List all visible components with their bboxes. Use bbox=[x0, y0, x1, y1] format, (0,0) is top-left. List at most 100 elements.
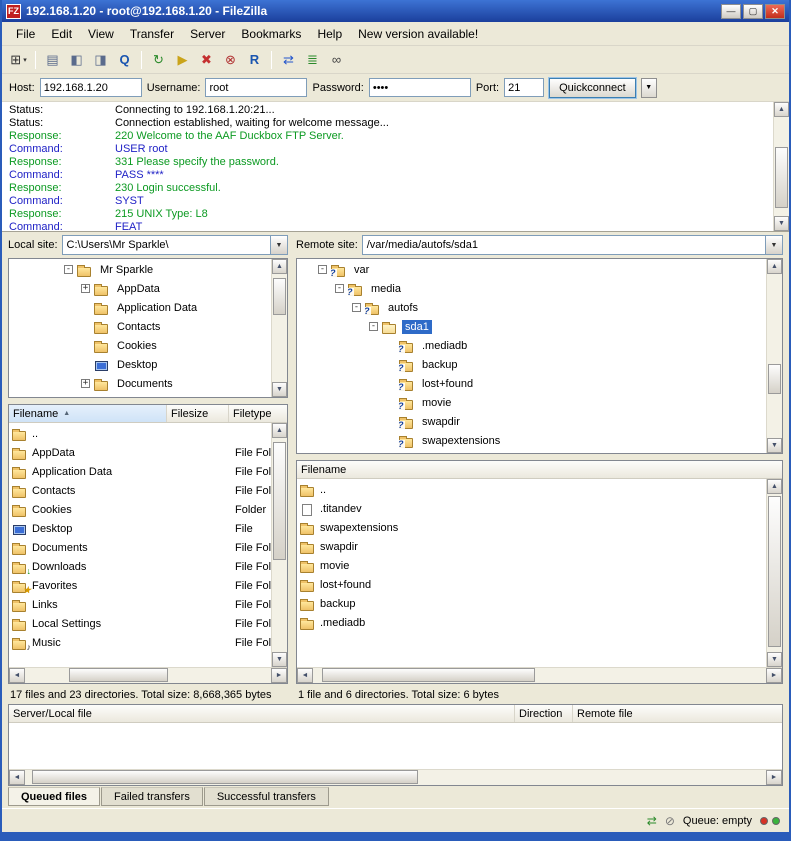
scroll-down-icon[interactable]: ▼ bbox=[774, 216, 789, 231]
close-button[interactable]: ✕ bbox=[765, 4, 785, 19]
local-tree-item-desktop[interactable]: Desktop bbox=[9, 355, 271, 374]
remote-tree-item-media[interactable]: -?media bbox=[297, 279, 766, 298]
toggle-local-tree-button[interactable]: ◧ bbox=[65, 49, 88, 71]
column-header-filename[interactable]: Filename bbox=[297, 461, 782, 478]
refresh-button[interactable]: ↻ bbox=[147, 49, 170, 71]
menu-new-version-available[interactable]: New version available! bbox=[350, 24, 486, 44]
file-row-local-settings[interactable]: Local SettingsFile Folder bbox=[9, 614, 271, 633]
remote-tree-item-mediadb[interactable]: ?.mediadb bbox=[297, 336, 766, 355]
tab-failed-transfers[interactable]: Failed transfers bbox=[101, 787, 203, 806]
menu-help[interactable]: Help bbox=[309, 24, 350, 44]
remote-tree-item-lost-found[interactable]: ?lost+found bbox=[297, 374, 766, 393]
menu-transfer[interactable]: Transfer bbox=[122, 24, 182, 44]
scroll-thumb[interactable] bbox=[32, 770, 417, 784]
menu-view[interactable]: View bbox=[80, 24, 122, 44]
scroll-down-icon[interactable]: ▼ bbox=[767, 652, 782, 667]
scroll-right-icon[interactable]: ► bbox=[271, 668, 287, 683]
tab-queued-files[interactable]: Queued files bbox=[8, 787, 100, 806]
file-row-[interactable]: .. bbox=[297, 480, 766, 499]
queue-column-direction[interactable]: Direction bbox=[515, 705, 573, 722]
remote-tree-item-sda1[interactable]: -sda1 bbox=[297, 317, 766, 336]
remote-tree-item-swapdir[interactable]: ?swapdir bbox=[297, 412, 766, 431]
expander-plus-icon[interactable]: + bbox=[81, 379, 90, 388]
file-row-movie[interactable]: movie bbox=[297, 556, 766, 575]
remote-tree-item-autofs[interactable]: -?autofs bbox=[297, 298, 766, 317]
remote-site-combo[interactable]: /var/media/autofs/sda1 ▼ bbox=[362, 235, 783, 255]
log-vertical-scrollbar[interactable]: ▲ ▼ bbox=[773, 102, 789, 231]
local-list-horizontal-scrollbar[interactable]: ◄ ► bbox=[9, 667, 287, 683]
remote-tree-item-backup[interactable]: ?backup bbox=[297, 355, 766, 374]
remote-tree-item-movie[interactable]: ?movie bbox=[297, 393, 766, 412]
file-row-[interactable]: .. bbox=[9, 424, 271, 443]
column-header-filename[interactable]: Filename▲ bbox=[9, 405, 167, 422]
tab-successful-transfers[interactable]: Successful transfers bbox=[204, 787, 329, 806]
chevron-down-icon[interactable]: ▼ bbox=[765, 236, 782, 254]
find-files-button[interactable]: ∞ bbox=[325, 49, 348, 71]
scroll-thumb[interactable] bbox=[273, 442, 286, 560]
local-tree-item-documents[interactable]: +Documents bbox=[9, 374, 271, 393]
expander-plus-icon[interactable]: + bbox=[81, 284, 90, 293]
local-list-vertical-scrollbar[interactable]: ▲ ▼ bbox=[271, 423, 287, 667]
scroll-up-icon[interactable]: ▲ bbox=[272, 423, 287, 438]
file-row-contacts[interactable]: ContactsFile Folder bbox=[9, 481, 271, 500]
file-row-cookies[interactable]: CookiesFolder bbox=[9, 500, 271, 519]
scroll-thumb[interactable] bbox=[322, 668, 535, 682]
cancel-operation-button[interactable]: ✖ bbox=[195, 49, 218, 71]
file-row-desktop[interactable]: DesktopFile bbox=[9, 519, 271, 538]
scroll-down-icon[interactable]: ▼ bbox=[272, 652, 287, 667]
port-input[interactable] bbox=[504, 78, 544, 97]
local-tree-item-mr-sparkle[interactable]: -Mr Sparkle bbox=[9, 260, 271, 279]
process-queue-button[interactable]: ▶ bbox=[171, 49, 194, 71]
remote-tree-item-var[interactable]: -?var bbox=[297, 260, 766, 279]
scroll-track[interactable] bbox=[774, 117, 789, 216]
toggle-log-view-button[interactable]: ▤ bbox=[41, 49, 64, 71]
scroll-track[interactable] bbox=[313, 668, 766, 683]
maximize-button[interactable]: ▢ bbox=[743, 4, 763, 19]
scroll-right-icon[interactable]: ► bbox=[766, 668, 782, 683]
expander-minus-icon[interactable]: - bbox=[318, 265, 327, 274]
quickconnect-dropdown-button[interactable]: ▼ bbox=[641, 78, 657, 98]
scroll-track[interactable] bbox=[272, 438, 287, 652]
remote-tree-item-dvd[interactable]: ?dvd bbox=[297, 450, 766, 453]
local-tree-item-contacts[interactable]: Contacts bbox=[9, 317, 271, 336]
queue-horizontal-scrollbar[interactable]: ◄ ► bbox=[9, 769, 782, 785]
file-row-mediadb[interactable]: .mediadb bbox=[297, 613, 766, 632]
scroll-up-icon[interactable]: ▲ bbox=[767, 479, 782, 494]
title-bar[interactable]: FZ 192.168.1.20 - root@192.168.1.20 - Fi… bbox=[2, 0, 789, 22]
file-row-application-data[interactable]: Application DataFile Folder bbox=[9, 462, 271, 481]
menu-bookmarks[interactable]: Bookmarks bbox=[233, 24, 309, 44]
expander-minus-icon[interactable]: - bbox=[352, 303, 361, 312]
directory-comparison-button[interactable]: ⇄ bbox=[277, 49, 300, 71]
scroll-left-icon[interactable]: ◄ bbox=[9, 770, 25, 785]
scroll-down-icon[interactable]: ▼ bbox=[767, 438, 782, 453]
queue-column-remote-file[interactable]: Remote file bbox=[573, 705, 782, 722]
minimize-button[interactable]: — bbox=[721, 4, 741, 19]
chevron-down-icon[interactable]: ▼ bbox=[270, 236, 287, 254]
expander-minus-icon[interactable]: - bbox=[335, 284, 344, 293]
local-tree-item-application-data[interactable]: Application Data bbox=[9, 298, 271, 317]
reconnect-button[interactable]: R bbox=[243, 49, 266, 71]
scroll-thumb[interactable] bbox=[69, 668, 167, 682]
local-tree-item-appdata[interactable]: +AppData bbox=[9, 279, 271, 298]
scroll-down-icon[interactable]: ▼ bbox=[272, 382, 287, 397]
toggle-queue-view-button[interactable]: Q bbox=[113, 49, 136, 71]
local-tree-item-cookies[interactable]: Cookies bbox=[9, 336, 271, 355]
scroll-left-icon[interactable]: ◄ bbox=[297, 668, 313, 683]
scroll-track[interactable] bbox=[25, 668, 271, 683]
scroll-track[interactable] bbox=[272, 274, 287, 382]
synchronized-browsing-button[interactable]: ≣ bbox=[301, 49, 324, 71]
file-row-swapextensions[interactable]: swapextensions bbox=[297, 518, 766, 537]
host-input[interactable] bbox=[40, 78, 142, 97]
scroll-up-icon[interactable]: ▲ bbox=[272, 259, 287, 274]
scroll-thumb[interactable] bbox=[768, 364, 781, 394]
remote-list-vertical-scrollbar[interactable]: ▲ ▼ bbox=[766, 479, 782, 667]
column-header-filesize[interactable]: Filesize bbox=[167, 405, 229, 422]
file-row-backup[interactable]: backup bbox=[297, 594, 766, 613]
local-tree-item-downloads[interactable]: +Downloads bbox=[9, 393, 271, 397]
expander-minus-icon[interactable]: - bbox=[369, 322, 378, 331]
file-row-links[interactable]: LinksFile Folder bbox=[9, 595, 271, 614]
scroll-track[interactable] bbox=[767, 494, 782, 652]
file-row-lost-found[interactable]: lost+found bbox=[297, 575, 766, 594]
remote-tree-item-swapextensions[interactable]: ?swapextensions bbox=[297, 431, 766, 450]
synchronized-browsing-icon[interactable]: ⊘ bbox=[665, 814, 675, 828]
